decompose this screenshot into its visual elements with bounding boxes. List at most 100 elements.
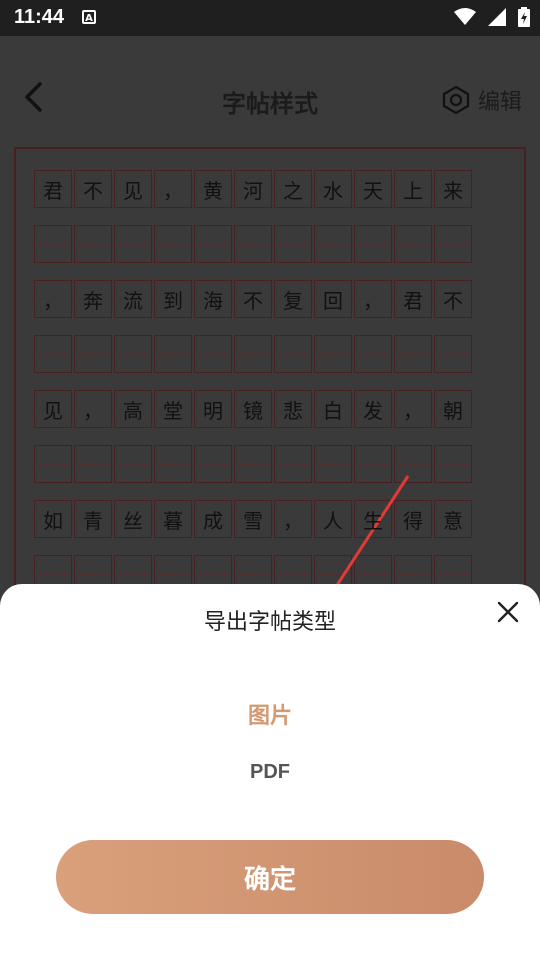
grid-character: 回 (323, 288, 343, 313)
grid-cell: ， (354, 280, 392, 318)
grid-cell (34, 445, 72, 483)
grid-cell: 悲 (274, 390, 312, 428)
grid-cell: 朝 (434, 390, 472, 428)
grid-character: 镜 (243, 398, 263, 423)
grid-cell (114, 225, 152, 263)
grid-cell: 不 (434, 280, 472, 318)
grid-cell: 如 (34, 500, 72, 538)
grid-character: 流 (123, 288, 143, 313)
grid-cell (394, 445, 432, 483)
grid-cell (74, 335, 112, 373)
grid-cell (274, 225, 312, 263)
grid-cell: 雪 (234, 500, 272, 538)
grid-cell: 见 (34, 390, 72, 428)
grid-row: 见 ， 高堂明镜悲白发 ， 朝 (34, 390, 491, 428)
settings-hexagon-icon (442, 85, 470, 115)
grid-cell (354, 225, 392, 263)
edit-label: 编辑 (477, 90, 522, 115)
status-icons (454, 7, 530, 31)
grid-character: ， (43, 288, 63, 313)
grid-character: 悲 (283, 398, 303, 423)
grid-cell: 得 (394, 500, 432, 538)
grid-cell: ， (154, 170, 192, 208)
grid-character: 得 (403, 508, 423, 533)
grid-cell (154, 225, 192, 263)
grid-character: 如 (43, 508, 63, 533)
grid-cell: 黄 (194, 170, 232, 208)
grid-cell (314, 445, 352, 483)
grid-character: 水 (323, 178, 343, 203)
grid-cell (314, 225, 352, 263)
confirm-button[interactable]: 确定 (56, 840, 484, 914)
grid-cell: ， (394, 390, 432, 428)
grid-character: 君 (403, 288, 423, 313)
grid-cell (274, 445, 312, 483)
grid-character: 来 (443, 178, 463, 203)
grid-cell: 意 (434, 500, 472, 538)
grid-cell: 生 (354, 500, 392, 538)
grid-character: 白 (323, 398, 343, 423)
grid-character: 天 (363, 178, 383, 203)
grid-character: 意 (443, 508, 463, 533)
grid-cell: 白 (314, 390, 352, 428)
option-image[interactable]: 图片 (0, 698, 540, 730)
grid-character: 不 (443, 288, 463, 313)
grid-row (34, 335, 491, 373)
grid-character: 到 (163, 288, 183, 313)
grid-cell (194, 445, 232, 483)
grid-character: 之 (283, 178, 303, 203)
grid-character: 见 (43, 398, 63, 423)
app-bar: 字帖样式 编辑 (0, 36, 540, 148)
option-pdf[interactable]: PDF (0, 761, 540, 784)
grid-cell: 明 (194, 390, 232, 428)
close-button[interactable] (494, 598, 522, 626)
grid-character: 成 (203, 508, 223, 533)
grid-character: 高 (123, 398, 143, 423)
grid-cell (274, 335, 312, 373)
grid-row: 君不见 ， 黄河之水天上来 (34, 170, 491, 208)
grid-character: 暮 (163, 508, 183, 533)
copybook-preview (14, 147, 526, 607)
grid-cell: 之 (274, 170, 312, 208)
grid-character: 青 (83, 508, 103, 533)
grid-cell (34, 225, 72, 263)
grid-character: 河 (243, 178, 263, 203)
grid-cell (434, 445, 472, 483)
export-dialog: 导出字帖类型 图片 PDF 确定 (0, 584, 540, 960)
status-time: 11:44 (14, 6, 65, 28)
grid-cell (234, 225, 272, 263)
signal-icon (488, 8, 506, 30)
grid-character: 朝 (443, 398, 463, 423)
grid-cell (154, 335, 192, 373)
grid-character: 海 (203, 288, 223, 313)
grid-cell: 丝 (114, 500, 152, 538)
grid-cell (234, 335, 272, 373)
grid-cell: ， (274, 500, 312, 538)
grid-row (34, 445, 491, 483)
status-bar: 11:44 A (0, 0, 540, 36)
grid-cell (354, 445, 392, 483)
grid-character: ， (403, 398, 423, 423)
grid-cell (354, 335, 392, 373)
grid-cell (114, 445, 152, 483)
grid-cell: 见 (114, 170, 152, 208)
grid-character: 上 (403, 178, 423, 203)
grid-cell: ， (34, 280, 72, 318)
grid-cell (74, 445, 112, 483)
grid-cell: 君 (34, 170, 72, 208)
grid-cell: 上 (394, 170, 432, 208)
grid-cell (394, 335, 432, 373)
grid-cell: 人 (314, 500, 352, 538)
grid-character: 不 (243, 288, 263, 313)
grid-cell: 堂 (154, 390, 192, 428)
grid-character: 堂 (163, 398, 183, 423)
grid-character: ， (283, 508, 303, 533)
grid-cell (394, 225, 432, 263)
edit-button[interactable]: 编辑 (442, 84, 522, 116)
grid-character: 见 (123, 178, 143, 203)
grid-cell: 君 (394, 280, 432, 318)
grid-cell: 河 (234, 170, 272, 208)
close-icon (497, 601, 519, 623)
grid-character: ， (163, 178, 183, 203)
grid-cell (434, 225, 472, 263)
